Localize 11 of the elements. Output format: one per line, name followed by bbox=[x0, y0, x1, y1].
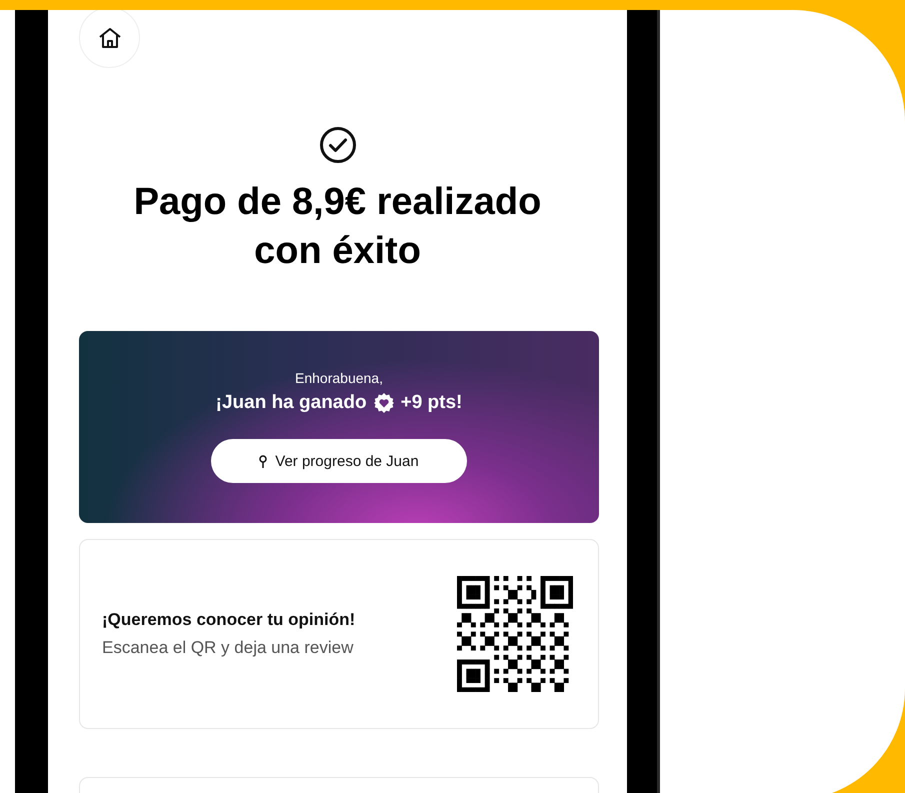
pin-icon bbox=[259, 454, 268, 468]
payment-success-title: Pago de 8,9€ realizado con éxito bbox=[132, 180, 542, 274]
check-circle-icon bbox=[318, 126, 356, 164]
home-icon bbox=[98, 26, 122, 48]
heart-badge-icon bbox=[374, 393, 394, 413]
feedback-subtitle: Escanea el QR y deja una review bbox=[102, 638, 354, 658]
view-progress-button[interactable]: Ver progreso de Juan bbox=[211, 439, 467, 483]
congratulations-text: Enhorabuena, bbox=[295, 369, 383, 387]
feedback-title: ¡Queremos conocer tu opinión! bbox=[102, 610, 356, 630]
reward-headline: ¡Juan ha ganado bbox=[216, 391, 367, 415]
points-earned: +9 pts! bbox=[400, 391, 462, 415]
